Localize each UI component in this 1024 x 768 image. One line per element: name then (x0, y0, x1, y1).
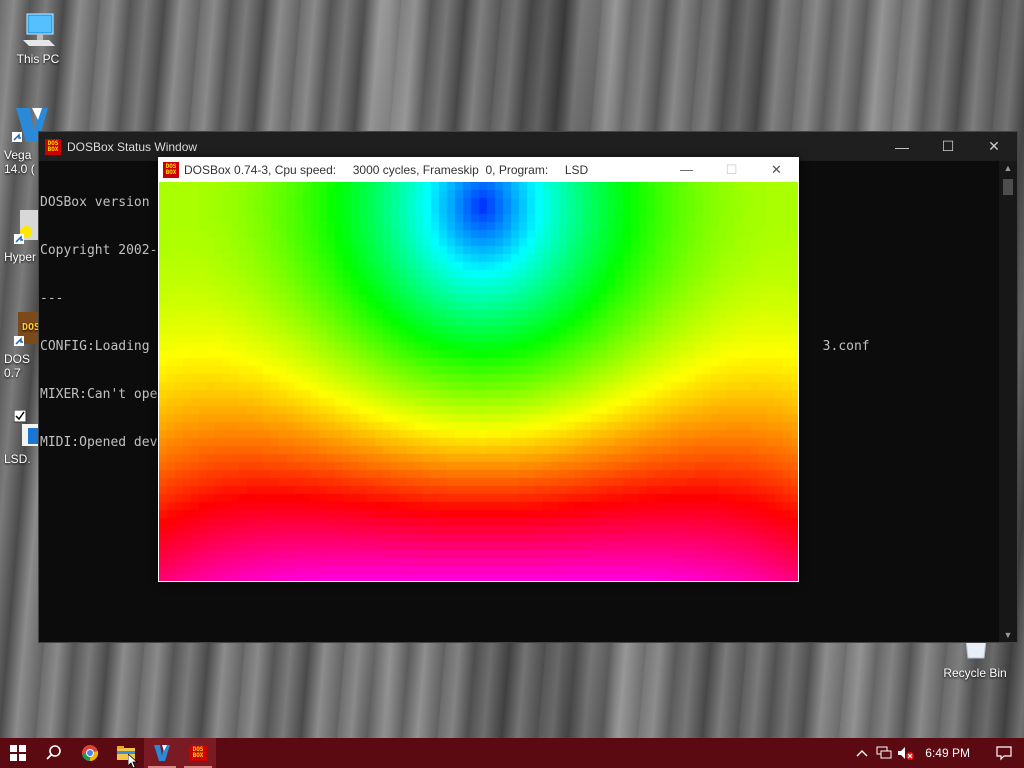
maximize-button[interactable]: ☐ (709, 157, 754, 182)
minimize-button[interactable]: — (664, 157, 709, 182)
file-explorer-taskbar-button[interactable] (108, 738, 144, 768)
network-icon[interactable] (873, 738, 895, 768)
maximize-button[interactable]: ☐ (925, 132, 971, 161)
desktop-icon-lsd[interactable]: LSD. (4, 410, 38, 466)
dosbox-icon: DOS (14, 310, 38, 348)
desktop-icon-hypercam[interactable]: Hyper (4, 208, 38, 264)
dos-emulator-screen[interactable] (159, 182, 798, 581)
scroll-down-icon[interactable]: ▼ (999, 628, 1017, 642)
desktop-icon-label: Recycle Bin (943, 666, 1007, 680)
console-scrollbar[interactable]: ▲ ▼ (999, 161, 1017, 642)
minimize-button[interactable]: — (879, 132, 925, 161)
file-icon (13, 410, 38, 448)
svg-text:DOS: DOS (22, 322, 38, 333)
desktop-icon-this-pc[interactable]: This PC (8, 10, 68, 66)
system-tray: 6:49 PM (851, 738, 1024, 768)
recycle-bin-icon (956, 640, 994, 662)
desktop-icon-label: Vega 14.0 ( (4, 148, 35, 176)
dosbox-icon: DOS BOX (163, 161, 179, 178)
close-button[interactable]: ✕ (754, 157, 799, 182)
desktop-icon-dosbox[interactable]: DOS DOS 0.7 (4, 310, 38, 380)
chevron-up-icon[interactable] (851, 738, 873, 768)
computer-icon (19, 10, 57, 48)
scrollbar-thumb[interactable] (1003, 179, 1013, 195)
status-window-title: DOSBox Status Window (67, 139, 198, 154)
dosbox-window-title: DOSBox 0.74-3, Cpu speed: 3000 cycles, F… (184, 162, 589, 177)
desktop-icon-recycle-bin[interactable]: Recycle Bin (940, 640, 1010, 680)
close-button[interactable]: ✕ (971, 132, 1017, 161)
desktop-icon-label: This PC (16, 52, 60, 66)
dosbox-icon: DOS BOX (189, 745, 207, 761)
mouse-cursor-icon (128, 754, 138, 768)
scroll-up-icon[interactable]: ▲ (999, 161, 1017, 175)
hypercam-icon (14, 208, 38, 246)
desktop-icon-label: DOS 0.7 (4, 352, 31, 380)
dosbox-titlebar[interactable]: DOS BOX DOSBox 0.74-3, Cpu speed: 3000 cy… (158, 157, 799, 182)
search-button[interactable] (36, 738, 72, 768)
action-center-icon[interactable] (984, 738, 1024, 768)
desktop-icon-label: Hyper (4, 250, 37, 264)
vegas-icon (154, 745, 170, 761)
dosbox-icon: DOS BOX (45, 138, 61, 155)
start-button[interactable] (0, 738, 36, 768)
volume-muted-icon[interactable] (895, 738, 917, 768)
chrome-taskbar-button[interactable] (72, 738, 108, 768)
vegas-taskbar-button[interactable] (144, 738, 180, 768)
taskbar: DOS BOX 6:49 PM (0, 738, 1024, 768)
desktop-icon-label: LSD. (4, 452, 31, 466)
dosbox-window[interactable]: DOS BOX DOSBox 0.74-3, Cpu speed: 3000 cy… (158, 157, 799, 582)
dosbox-taskbar-button[interactable]: DOS BOX (180, 738, 216, 768)
taskbar-clock[interactable]: 6:49 PM (917, 746, 984, 760)
windows-icon (10, 745, 26, 761)
search-icon (46, 745, 61, 760)
chrome-icon (82, 745, 99, 762)
